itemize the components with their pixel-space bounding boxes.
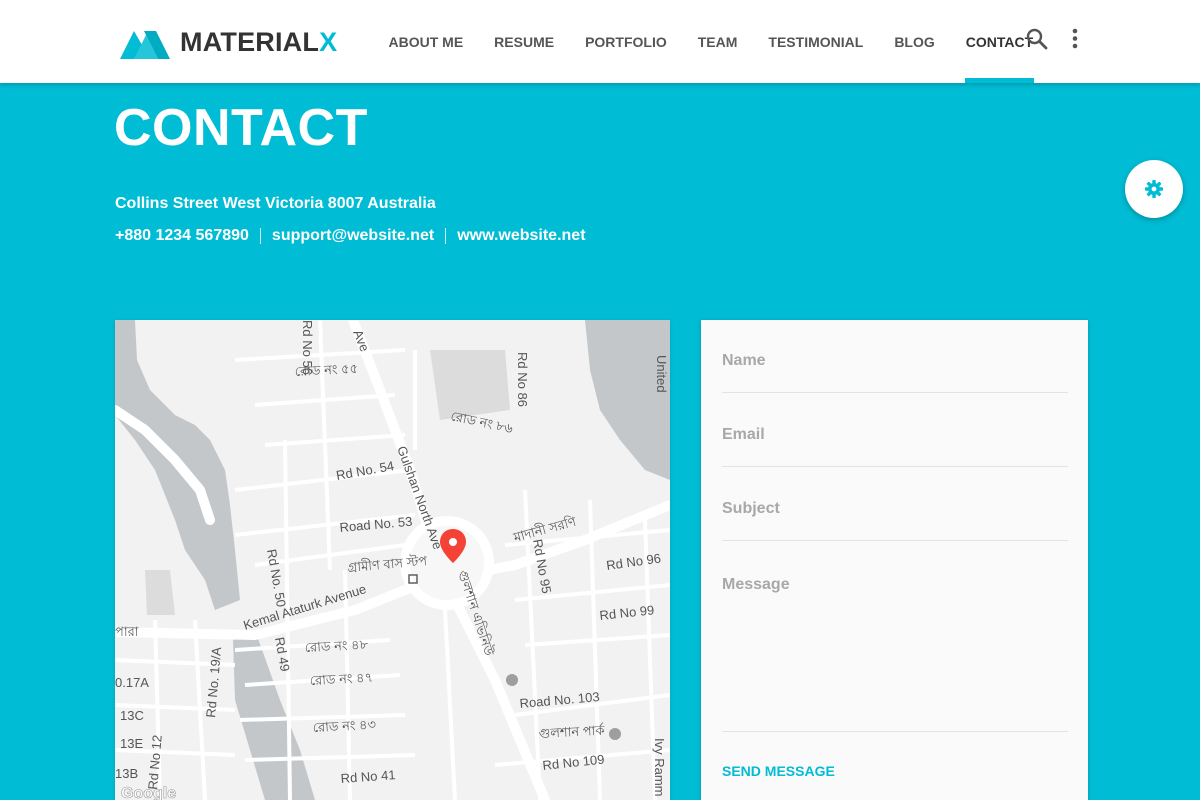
map-label: 13E — [120, 736, 143, 751]
materialx-logo-icon — [120, 31, 170, 59]
map-label: United — [654, 355, 669, 393]
divider — [445, 228, 447, 244]
bus-station-icon — [506, 674, 518, 686]
block-north — [430, 350, 510, 420]
contact-address: Collins Street West Victoria 8007 Austra… — [115, 195, 436, 212]
name-field[interactable] — [722, 352, 1068, 370]
contact-email[interactable]: support@website.net — [272, 227, 434, 245]
gear-icon — [1145, 180, 1163, 198]
location-map[interactable]: Gulshan North Ave Kemal Ataturk Avenue A… — [115, 320, 670, 800]
email-field-wrapper — [722, 426, 1068, 467]
search-button[interactable] — [1024, 26, 1050, 52]
search-icon — [1026, 28, 1048, 50]
contact-form: SEND MESSAGE — [701, 320, 1088, 800]
map-label: Ivy Ramm — [652, 738, 667, 797]
nav-item-team[interactable]: TEAM — [682, 0, 753, 83]
more-vertical-icon — [1072, 28, 1078, 49]
block-west — [145, 570, 175, 615]
contact-phone[interactable]: +880 1234 567890 — [115, 227, 249, 245]
nav-item-portfolio[interactable]: PORTFOLIO — [570, 0, 683, 83]
map-label: Rd No 86 — [515, 352, 530, 407]
contact-details: +880 1234 567890 support@website.net www… — [115, 227, 586, 245]
main-nav: ABOUT ME RESUME PORTFOLIO TEAM TESTIMONI… — [373, 0, 1049, 83]
park-icon — [609, 728, 621, 740]
brand-name: MATERIALX — [180, 27, 337, 58]
brand-name-accent: X — [319, 26, 338, 57]
name-field-wrapper — [722, 352, 1068, 393]
map-label: 0.17A — [115, 675, 149, 690]
nav-item-testimonial[interactable]: TESTIMONIAL — [753, 0, 879, 83]
send-message-button[interactable]: SEND MESSAGE — [722, 763, 835, 779]
brand-logo[interactable]: MATERIALX — [120, 24, 337, 60]
settings-button[interactable] — [1125, 160, 1183, 218]
more-menu-button[interactable] — [1066, 26, 1084, 52]
top-nav-bar: MATERIALX ABOUT ME RESUME PORTFOLIO TEAM… — [0, 0, 1200, 83]
nav-item-resume[interactable]: RESUME — [479, 0, 570, 83]
subject-field-wrapper — [722, 500, 1068, 541]
brand-name-main: MATERIAL — [180, 26, 320, 57]
contact-website[interactable]: www.website.net — [457, 227, 585, 245]
map-canvas: Gulshan North Ave Kemal Ataturk Avenue A… — [115, 320, 670, 800]
nav-item-blog[interactable]: BLOG — [879, 0, 950, 83]
message-field-wrapper — [722, 576, 1068, 732]
map-label: পারা — [115, 624, 139, 639]
email-field[interactable] — [722, 426, 1068, 444]
map-label: 13C — [120, 708, 144, 723]
divider — [259, 228, 261, 244]
subject-field[interactable] — [722, 500, 1068, 518]
message-field[interactable] — [722, 576, 1068, 726]
map-label: 13B — [115, 766, 138, 781]
page-title: CONTACT — [114, 99, 368, 157]
nav-item-about-me[interactable]: ABOUT ME — [373, 0, 479, 83]
google-logo: Google — [121, 785, 176, 800]
